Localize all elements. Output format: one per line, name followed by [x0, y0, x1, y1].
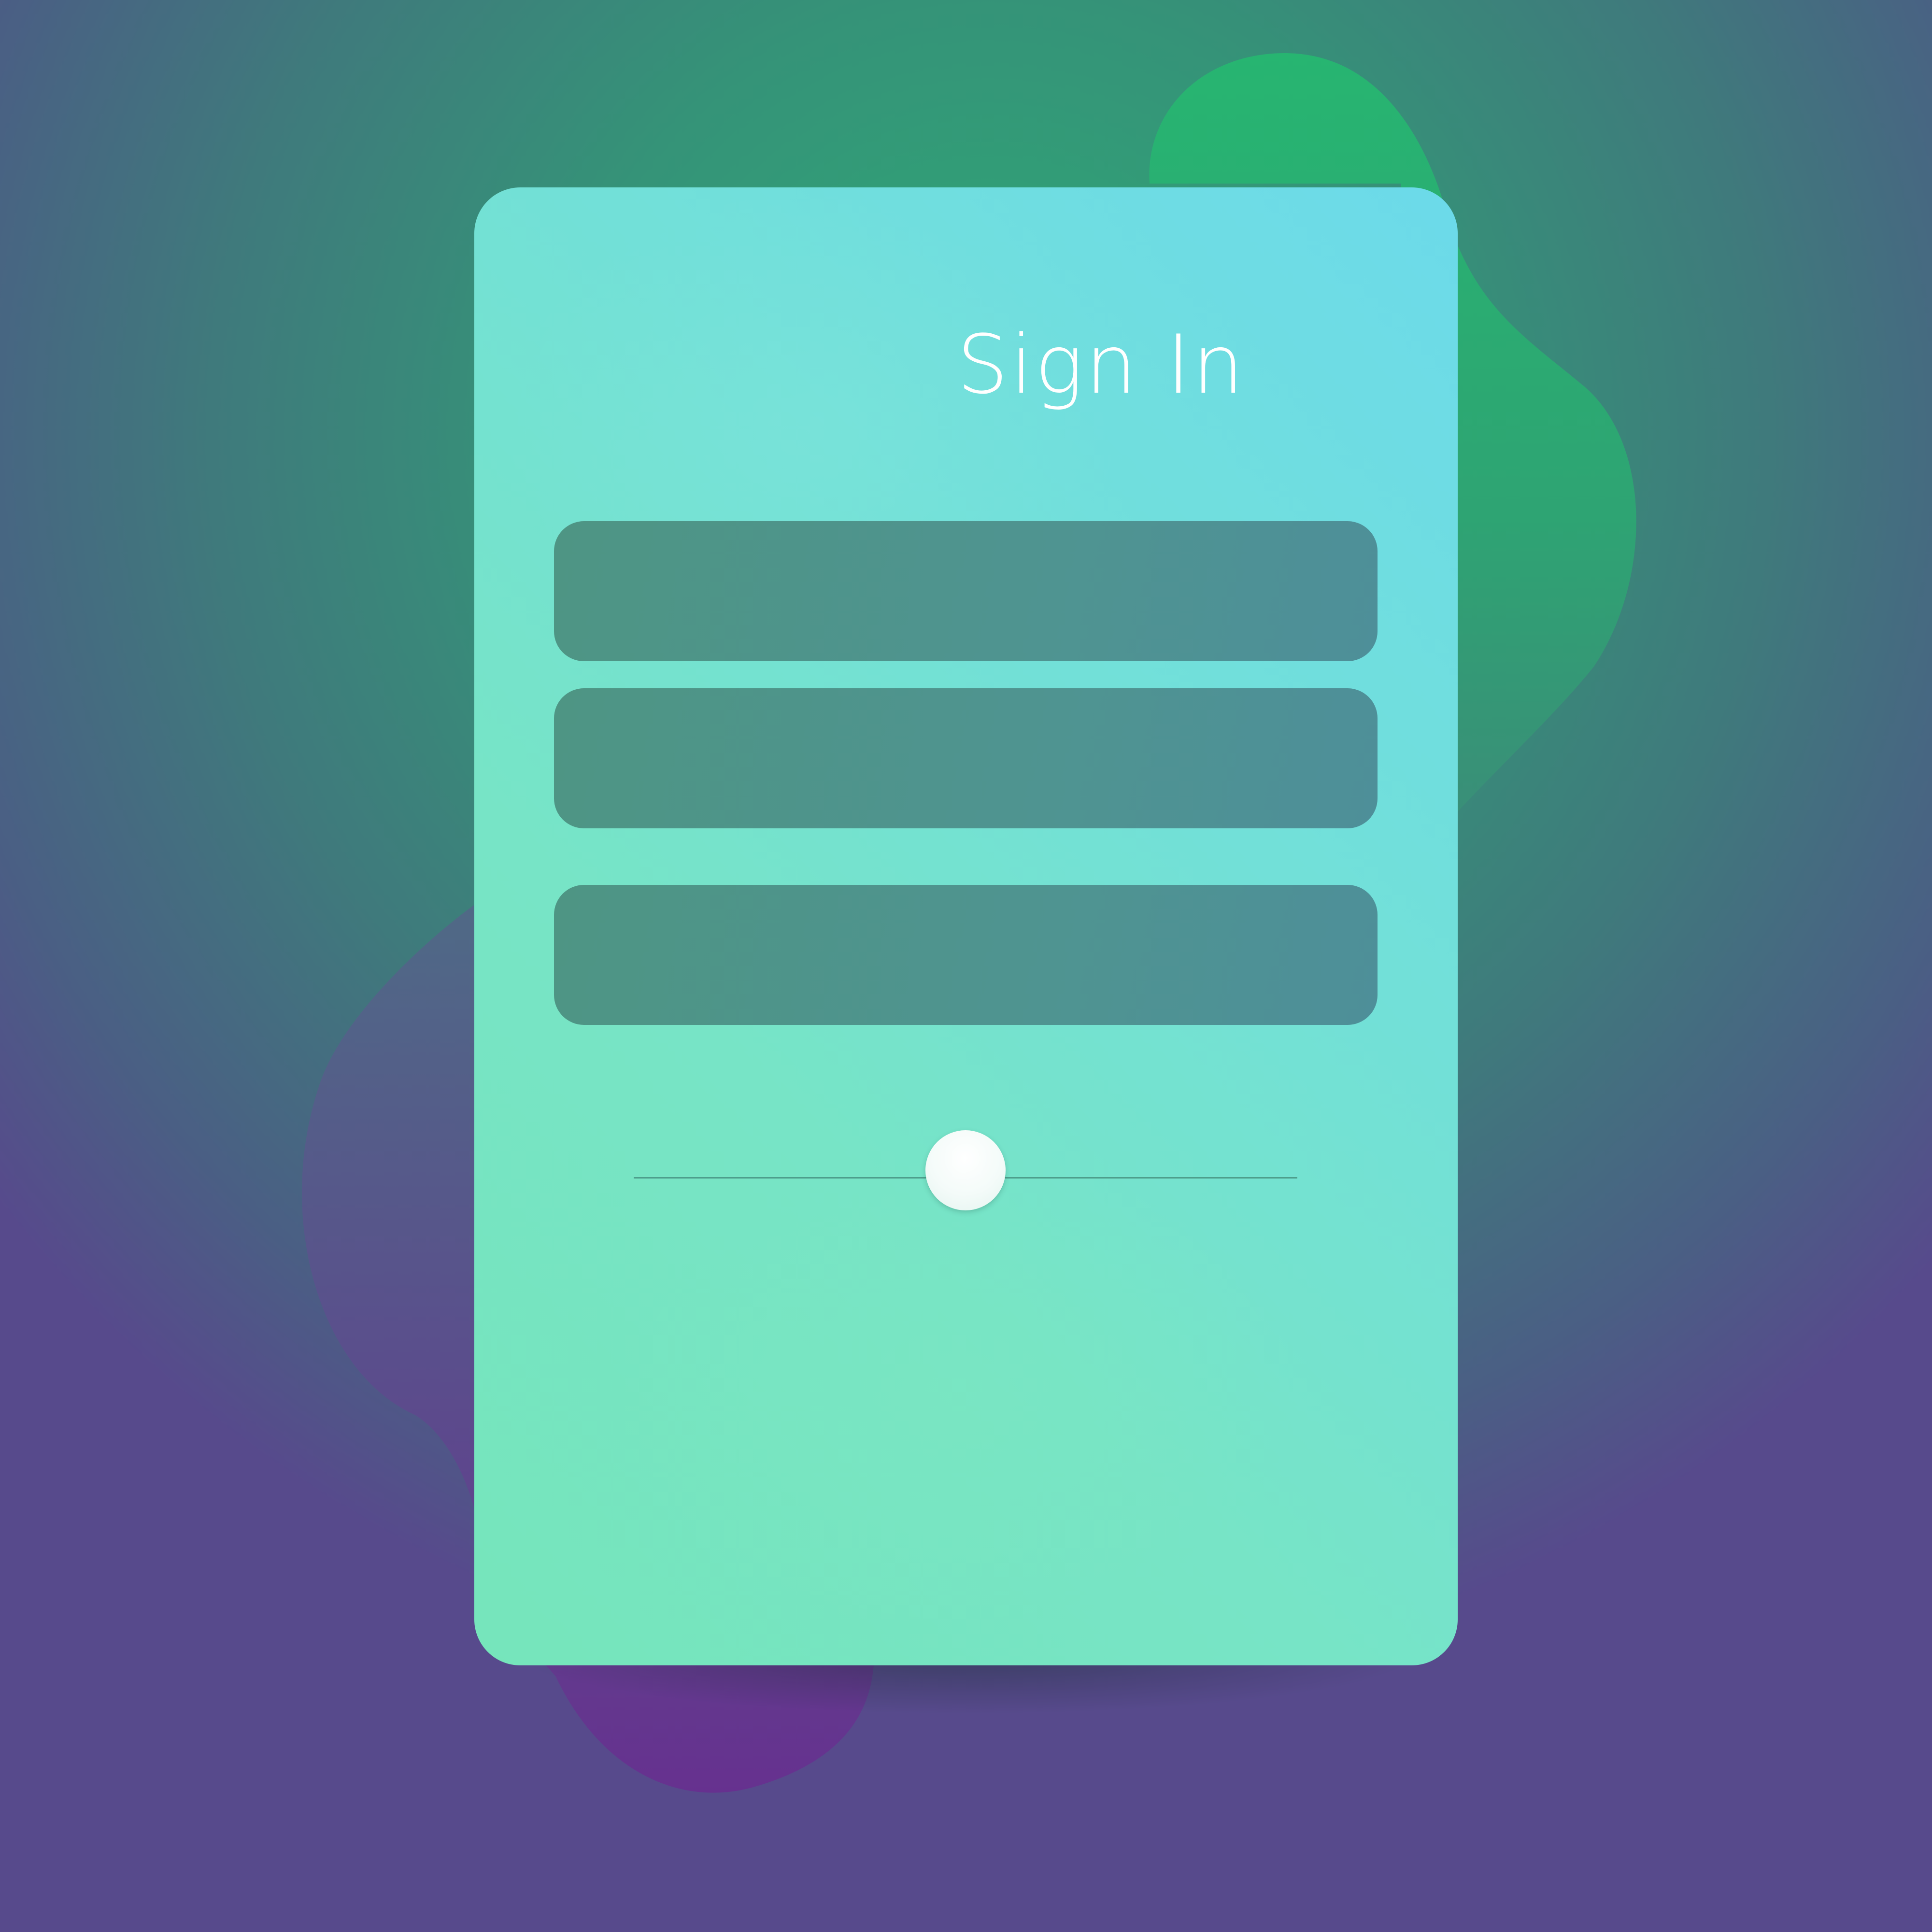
third-input-field[interactable]: [554, 885, 1378, 1025]
username-field[interactable]: [554, 521, 1378, 661]
slider-thumb[interactable]: [925, 1130, 1006, 1210]
app-background: Sign In: [0, 0, 1932, 1932]
password-field[interactable]: [554, 688, 1378, 828]
